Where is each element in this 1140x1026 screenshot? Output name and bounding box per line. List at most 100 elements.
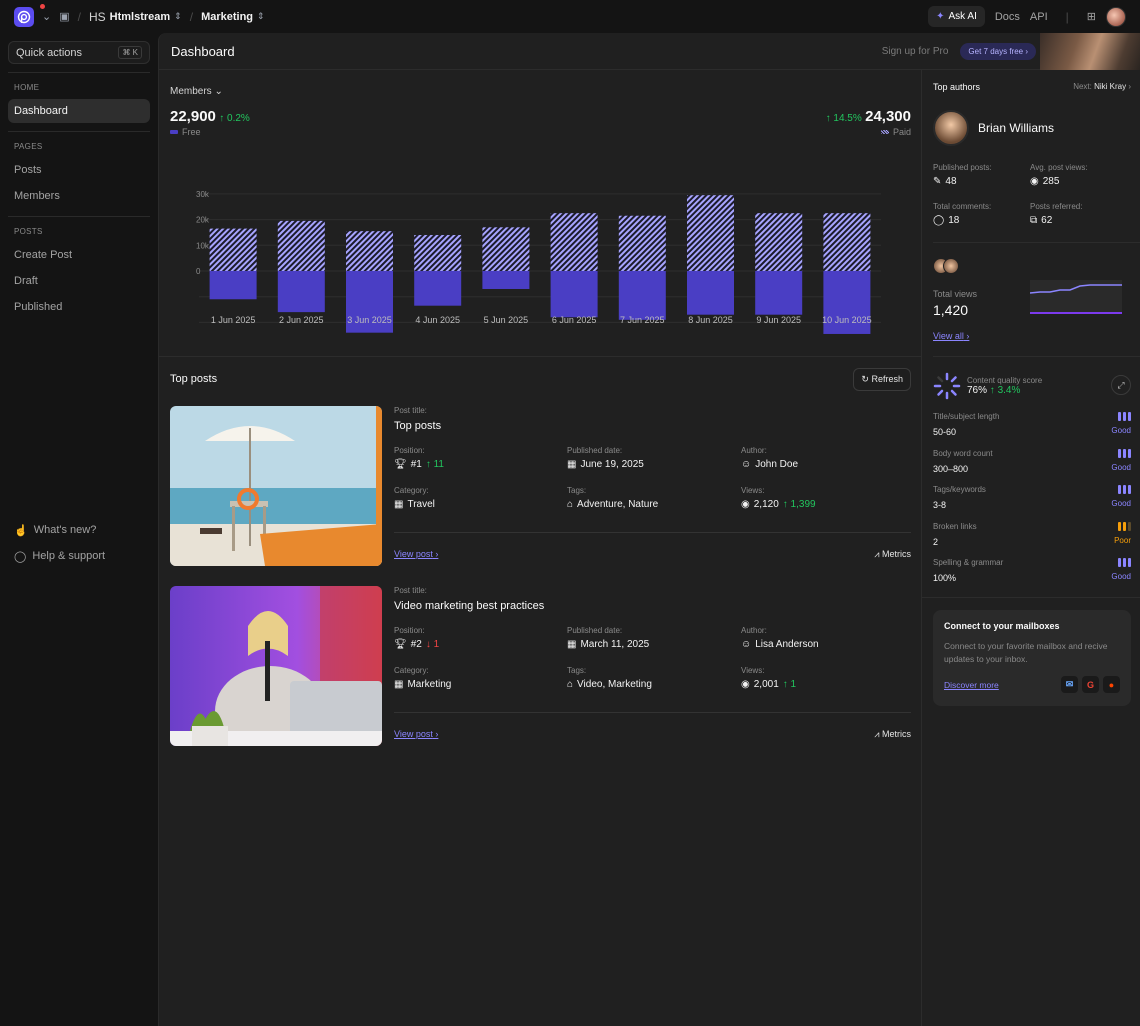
signup-pro-link[interactable]: Sign up for Pro — [882, 46, 949, 57]
bar-free[interactable] — [618, 271, 666, 320]
post-thumbnail-beach[interactable] — [170, 406, 382, 566]
bar-free[interactable] — [482, 271, 530, 289]
tags-label: Tags: — [567, 486, 587, 495]
view-post-link[interactable]: View post › — [394, 549, 438, 559]
bar-paid[interactable] — [414, 235, 462, 271]
views-value: 2,001 — [753, 679, 779, 690]
sidebar-item-draft[interactable]: Draft — [8, 269, 150, 293]
calendar-icon: ▦ — [567, 639, 577, 650]
author-avatar[interactable] — [933, 110, 969, 146]
api-link[interactable]: API — [1030, 11, 1048, 23]
views-change: ↑ 1,399 — [782, 499, 816, 510]
refresh-button[interactable]: ↻ Refresh — [853, 368, 911, 391]
stat-label: Posts referred: — [1030, 202, 1083, 211]
rating-bars — [1118, 448, 1131, 458]
user-avatar[interactable] — [1106, 6, 1126, 27]
comments-stat: Total comments: ◯ 18 — [933, 202, 991, 226]
apple-mail-icon[interactable]: ✉ — [1061, 676, 1078, 693]
content-quality-score: Content quality score 76% ↑ 3.4% — [933, 372, 1042, 400]
breadcrumb-separator: / — [189, 9, 194, 24]
bar-free[interactable] — [277, 271, 325, 313]
date-cell: Published date: ▦ March 11, 2025 — [567, 626, 737, 650]
bar-free[interactable] — [209, 271, 257, 300]
free-change-value: 0.2% — [227, 113, 250, 124]
discover-more-link[interactable]: Discover more — [944, 680, 999, 690]
views-label: Views: — [741, 486, 765, 495]
metric-rating: Good — [1111, 426, 1131, 435]
free-value: 22,900 — [170, 108, 216, 125]
x-tick-label: 8 Jun 2025 — [688, 315, 733, 325]
next-author-link[interactable]: Next: Niki Kray › — [1073, 82, 1131, 91]
help-support-link[interactable]: ◯ Help & support — [14, 543, 105, 569]
members-dropdown[interactable]: Members ⌄ — [170, 86, 223, 97]
bar-paid[interactable] — [823, 213, 871, 271]
metrics-button[interactable]: ⩘ Metrics — [874, 549, 911, 560]
metrics-button[interactable]: ⩘ Metrics — [874, 729, 911, 740]
bar-paid[interactable] — [687, 195, 734, 271]
metric-value: 100% — [933, 573, 957, 583]
sidebar-toggle-icon[interactable]: ▣ — [59, 10, 69, 23]
bar-paid[interactable] — [618, 215, 666, 271]
sidebar-item-published[interactable]: Published — [8, 295, 150, 319]
eye-icon: ◉ — [741, 499, 750, 510]
post-footer: View post › ⩘ Metrics — [394, 532, 911, 566]
reddit-icon[interactable]: ● — [1103, 676, 1120, 693]
bar-paid[interactable] — [277, 220, 325, 271]
edit-icon: ✎ — [933, 176, 942, 187]
bar-paid[interactable] — [482, 227, 530, 271]
view-post-link[interactable]: View post › — [394, 729, 438, 739]
bar-paid[interactable] — [550, 213, 598, 271]
position-value: #1 — [410, 459, 422, 470]
quick-actions-button[interactable]: Quick actions ⌘ K — [8, 41, 150, 64]
chevron-down-icon[interactable]: ⌄ — [42, 10, 51, 23]
author-name[interactable]: Lisa Anderson — [755, 639, 818, 650]
app-logo[interactable] — [14, 6, 34, 27]
expand-icon[interactable]: ⤢ — [1111, 375, 1131, 395]
metric-label: Body word count — [933, 448, 993, 458]
docs-link[interactable]: Docs — [995, 11, 1020, 23]
author-name[interactable]: John Doe — [755, 459, 798, 470]
chart-icon: ⩘ — [874, 549, 880, 559]
sidebar-item-posts[interactable]: Posts — [8, 158, 150, 182]
divider — [933, 356, 1140, 357]
free-change: ↑ 0.2% — [219, 113, 250, 124]
grid-icon: ▦ — [394, 499, 404, 510]
bar-paid[interactable] — [755, 213, 803, 271]
bar-free[interactable] — [414, 271, 462, 306]
post-title[interactable]: Top posts — [394, 420, 911, 432]
category-cell: Category: ▦ Marketing — [394, 666, 564, 690]
selector-icon[interactable]: ⇕ — [257, 11, 265, 22]
sidebar-item-create-post[interactable]: Create Post — [8, 243, 150, 267]
post-thumbnail-podcast[interactable] — [170, 586, 382, 746]
sidebar-item-members[interactable]: Members — [8, 184, 150, 208]
posts-section: POSTS Create Post Draft Published — [8, 216, 150, 319]
workspace-switcher[interactable]: Htmlstream — [110, 11, 171, 23]
metric-rating: Poor — [1114, 535, 1131, 545]
ask-ai-button[interactable]: ✦ Ask AI — [928, 6, 985, 27]
bar-free[interactable] — [550, 271, 598, 318]
chat-icon: ◯ — [14, 550, 27, 563]
bar-free[interactable] — [755, 271, 803, 315]
bar-paid[interactable] — [209, 228, 257, 271]
selector-icon[interactable]: ⇕ — [174, 11, 182, 22]
sidebar-item-dashboard[interactable]: Dashboard — [8, 99, 150, 123]
get-free-trial-button[interactable]: Get 7 days free › — [960, 42, 1036, 60]
whats-new-link[interactable]: ☝ What's new? — [14, 517, 105, 543]
quality-metric-row: Body word count 300–800 Good — [933, 448, 1131, 481]
calendar-icon: ▦ — [567, 459, 577, 470]
published-posts-stat: Published posts: ✎ 48 — [933, 163, 992, 187]
top-authors-title: Top authors — [933, 82, 981, 92]
post-title[interactable]: Video marketing best practices — [394, 600, 911, 612]
paid-value: 24,300 — [865, 108, 911, 125]
bar-free[interactable] — [687, 271, 734, 315]
bar-paid[interactable] — [346, 231, 393, 271]
view-all-link[interactable]: View all › — [933, 331, 969, 341]
author-name[interactable]: Brian Williams — [978, 121, 1054, 135]
help-label: Help & support — [32, 550, 106, 562]
views-change-value: 1 — [790, 679, 797, 690]
book-icon[interactable]: ⊞ — [1087, 10, 1096, 23]
project-switcher[interactable]: Marketing — [201, 11, 253, 23]
rating-bars — [1118, 521, 1131, 531]
workspace-initials: HS — [88, 9, 106, 24]
google-icon[interactable]: G — [1082, 676, 1099, 693]
